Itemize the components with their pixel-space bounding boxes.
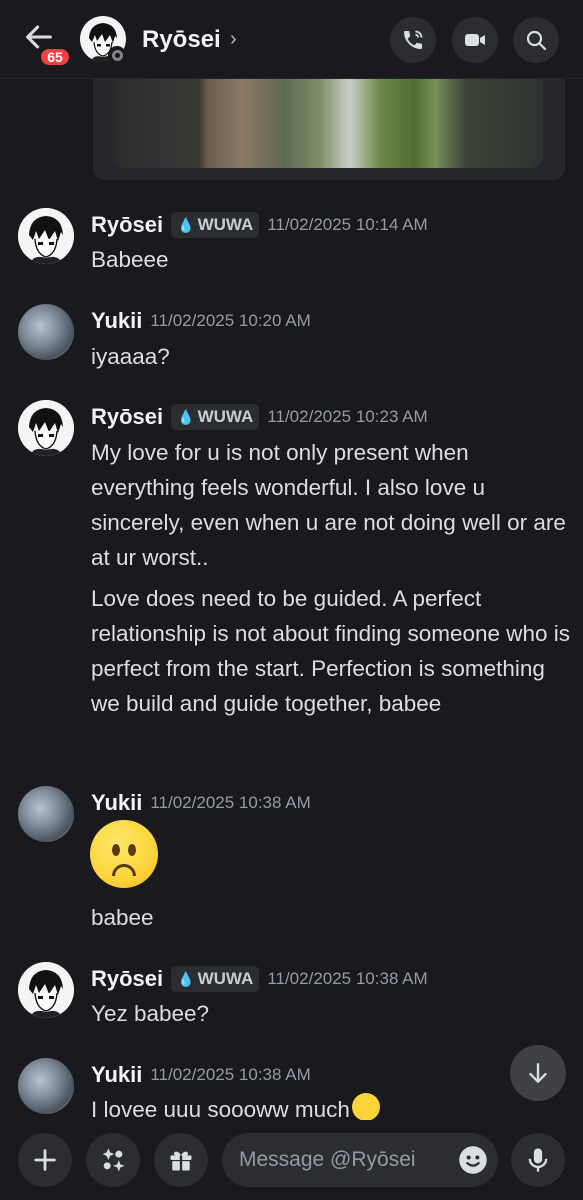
gift-icon <box>170 1151 192 1171</box>
message-header: Yukii 11/02/2025 10:38 AM <box>91 1062 311 1088</box>
water-drop-icon: 💧 <box>177 216 195 233</box>
voice-call-button[interactable] <box>390 17 436 63</box>
channel-title[interactable]: Ryōsei <box>142 26 221 54</box>
message-text: Babeee <box>91 247 169 272</box>
status-offline-indicator <box>108 46 126 64</box>
timestamp: 11/02/2025 10:20 AM <box>150 311 311 330</box>
chat-header: 65 Ryōsei › <box>0 0 583 79</box>
avatar[interactable] <box>18 962 74 1018</box>
timestamp: 11/02/2025 10:23 AM <box>267 407 428 426</box>
water-drop-icon: 💧 <box>177 970 195 987</box>
composer-bar <box>0 1120 583 1200</box>
microphone-icon <box>528 1148 548 1172</box>
phone-call-icon <box>404 30 423 49</box>
dm-screen: 65 Ryōsei › Ryōsei 💧 WUWA 11/02/2025 10:… <box>0 0 583 1200</box>
message-text: Love does need to be guided. A perfect r… <box>91 586 571 716</box>
image-attachment[interactable] <box>113 72 543 168</box>
avatar[interactable] <box>18 208 74 264</box>
unread-badge: 65 <box>38 46 72 68</box>
message-input[interactable] <box>239 1148 449 1172</box>
attach-button[interactable] <box>18 1133 72 1187</box>
author-name[interactable]: Ryōsei <box>91 212 163 238</box>
message-text: My love for u is not only present when e… <box>91 440 566 570</box>
server-tag[interactable]: 💧 WUWA <box>171 404 260 430</box>
author-name[interactable]: Ryōsei <box>91 404 163 430</box>
timestamp: 11/02/2025 10:38 AM <box>267 969 428 988</box>
timestamp: 11/02/2025 10:14 AM <box>267 215 428 234</box>
server-tag[interactable]: 💧 WUWA <box>171 966 260 992</box>
tag-label: WUWA <box>197 407 254 426</box>
voice-message-button[interactable] <box>511 1133 565 1187</box>
video-camera-icon <box>465 34 485 46</box>
message-header: Yukii 11/02/2025 10:38 AM <box>91 790 311 816</box>
message-text: I lovee uuu soooww much <box>91 1092 571 1120</box>
apps-button[interactable] <box>86 1133 140 1187</box>
message-box[interactable] <box>222 1133 498 1187</box>
jump-to-present-button[interactable] <box>510 1045 566 1101</box>
video-call-button[interactable] <box>452 17 498 63</box>
message-header: Yukii 11/02/2025 10:20 AM <box>91 308 311 334</box>
message-text: Yez babee? <box>91 1001 210 1026</box>
water-drop-icon: 💧 <box>177 408 195 425</box>
tag-label: WUWA <box>197 215 254 234</box>
message-text-content: I lovee uuu soooww much <box>91 1097 350 1120</box>
gift-button[interactable] <box>154 1133 208 1187</box>
search-icon <box>526 30 547 51</box>
message-text: babee <box>91 905 154 930</box>
arrow-down-icon <box>529 1063 547 1083</box>
avatar[interactable] <box>18 1058 74 1114</box>
emoji-icon[interactable] <box>458 1145 488 1175</box>
avatar[interactable] <box>18 400 74 456</box>
apps-icon <box>102 1148 125 1172</box>
author-name[interactable]: Ryōsei <box>91 966 163 992</box>
timestamp: 11/02/2025 10:38 AM <box>150 1065 311 1084</box>
author-name[interactable]: Yukii <box>91 1062 142 1088</box>
timestamp: 11/02/2025 10:38 AM <box>150 793 311 812</box>
server-tag[interactable]: 💧 WUWA <box>171 212 260 238</box>
author-name[interactable]: Yukii <box>91 790 142 816</box>
search-button[interactable] <box>513 17 559 63</box>
tag-label: WUWA <box>197 969 254 988</box>
author-name[interactable]: Yukii <box>91 308 142 334</box>
plus-icon <box>34 1149 56 1171</box>
crying-face-emoji <box>351 1093 380 1120</box>
avatar[interactable] <box>18 786 74 842</box>
message-header: Ryōsei 💧 WUWA 11/02/2025 10:14 AM <box>91 212 428 238</box>
chevron-right-icon[interactable]: › <box>230 28 237 51</box>
avatar[interactable] <box>18 304 74 360</box>
frowning-face-emoji <box>90 820 158 888</box>
message-text: iyaaaa? <box>91 344 170 369</box>
message-header: Ryōsei 💧 WUWA 11/02/2025 10:38 AM <box>91 966 428 992</box>
message-header: Ryōsei 💧 WUWA 11/02/2025 10:23 AM <box>91 404 428 430</box>
